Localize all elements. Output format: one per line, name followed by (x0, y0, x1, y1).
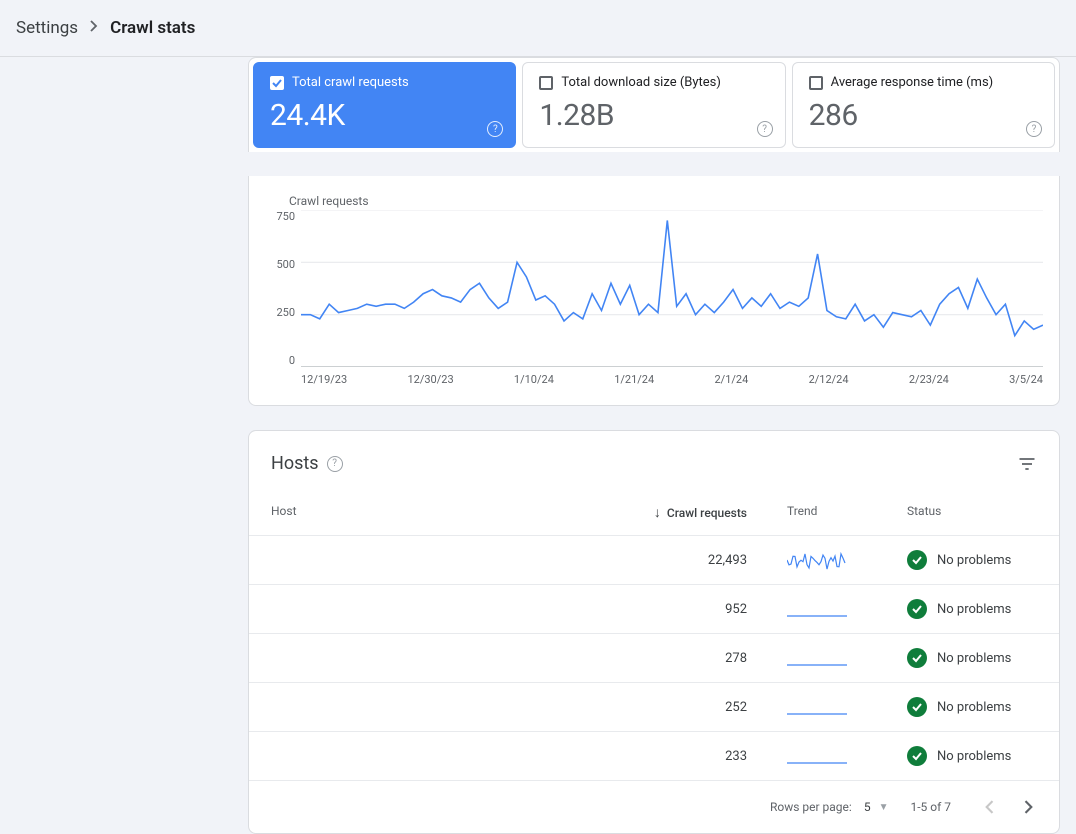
cell-trend (747, 648, 877, 668)
col-host[interactable]: Host (271, 504, 577, 521)
check-circle-icon (907, 746, 927, 766)
metric-tile-1[interactable]: Total download size (Bytes) 1.28B? (522, 62, 785, 148)
check-circle-icon (907, 550, 927, 570)
col-trend[interactable]: Trend (747, 504, 877, 521)
metric-tile-0[interactable]: Total crawl requests 24.4K? (253, 62, 516, 148)
check-circle-icon (907, 648, 927, 668)
chart-x-axis: 12/19/2312/30/231/10/241/21/242/1/242/12… (301, 373, 1043, 389)
cell-status: No problems (877, 746, 1037, 766)
help-icon[interactable]: ? (1026, 121, 1042, 137)
cell-status: No problems (877, 697, 1037, 717)
filter-icon[interactable] (1017, 454, 1037, 474)
checkbox-icon (270, 76, 284, 90)
checkbox-icon (809, 76, 823, 90)
cell-trend (747, 550, 877, 570)
table-row[interactable]: 233 No problems (249, 732, 1059, 781)
cell-crawl-requests: 233 (577, 749, 747, 764)
breadcrumb-current: Crawl stats (110, 18, 195, 38)
checkbox-icon (539, 76, 553, 90)
cell-crawl-requests: 22,493 (577, 553, 747, 568)
cell-crawl-requests: 252 (577, 700, 747, 715)
breadcrumb-parent[interactable]: Settings (16, 18, 78, 38)
breadcrumb: Settings Crawl stats (0, 0, 1076, 57)
prev-page-button[interactable] (973, 791, 1005, 823)
metric-label: Average response time (ms) (831, 75, 994, 90)
metric-value: 24.4K (270, 98, 499, 133)
chart-y-axis: 7505002500 (265, 210, 301, 367)
check-circle-icon (907, 599, 927, 619)
cell-status: No problems (877, 550, 1037, 570)
metric-value: 1.28B (539, 98, 768, 133)
metric-label: Total crawl requests (292, 75, 409, 90)
caret-down-icon: ▼ (879, 802, 889, 813)
col-crawl-requests[interactable]: ↓ Crawl requests (577, 504, 747, 521)
chart-title: Crawl requests (289, 194, 1043, 208)
help-icon[interactable]: ? (757, 121, 773, 137)
status-text: No problems (937, 651, 1011, 666)
next-page-button[interactable] (1013, 791, 1045, 823)
cell-crawl-requests: 952 (577, 602, 747, 617)
col-status[interactable]: Status (877, 504, 1037, 521)
cell-trend (747, 746, 877, 766)
table-pagination: Rows per page: 5 ▼ 1-5 of 7 (249, 781, 1059, 833)
help-icon[interactable]: ? (487, 121, 503, 137)
table-row[interactable]: 22,493 No problems (249, 536, 1059, 585)
table-row[interactable]: 252 No problems (249, 683, 1059, 732)
chart-card: Crawl requests 7505002500 12/19/2312/30/… (248, 176, 1060, 406)
check-circle-icon (907, 697, 927, 717)
chevron-right-icon (90, 20, 98, 36)
rows-per-page-label: Rows per page: (770, 800, 852, 814)
pagination-range: 1-5 of 7 (910, 800, 951, 814)
table-row[interactable]: 278 No problems (249, 634, 1059, 683)
metric-tile-2[interactable]: Average response time (ms) 286? (792, 62, 1055, 148)
metrics-row: Total crawl requests24.4K?Total download… (248, 57, 1060, 152)
cell-trend (747, 697, 877, 717)
help-icon[interactable]: ? (327, 456, 343, 472)
status-text: No problems (937, 602, 1011, 617)
cell-trend (747, 599, 877, 619)
crawl-requests-chart (301, 210, 1043, 367)
rows-per-page-select[interactable]: 5 ▼ (864, 800, 889, 814)
cell-status: No problems (877, 599, 1037, 619)
sort-desc-icon: ↓ (654, 504, 661, 521)
status-text: No problems (937, 700, 1011, 715)
status-text: No problems (937, 553, 1011, 568)
metric-value: 286 (809, 98, 1038, 133)
status-text: No problems (937, 749, 1011, 764)
cell-crawl-requests: 278 (577, 651, 747, 666)
hosts-card: Hosts ? Host ↓ Crawl requests Trend Stat… (248, 430, 1060, 834)
hosts-title: Hosts ? (271, 453, 343, 474)
cell-status: No problems (877, 648, 1037, 668)
table-row[interactable]: 952 No problems (249, 585, 1059, 634)
metric-label: Total download size (Bytes) (561, 75, 721, 90)
hosts-table-header: Host ↓ Crawl requests Trend Status (249, 496, 1059, 536)
